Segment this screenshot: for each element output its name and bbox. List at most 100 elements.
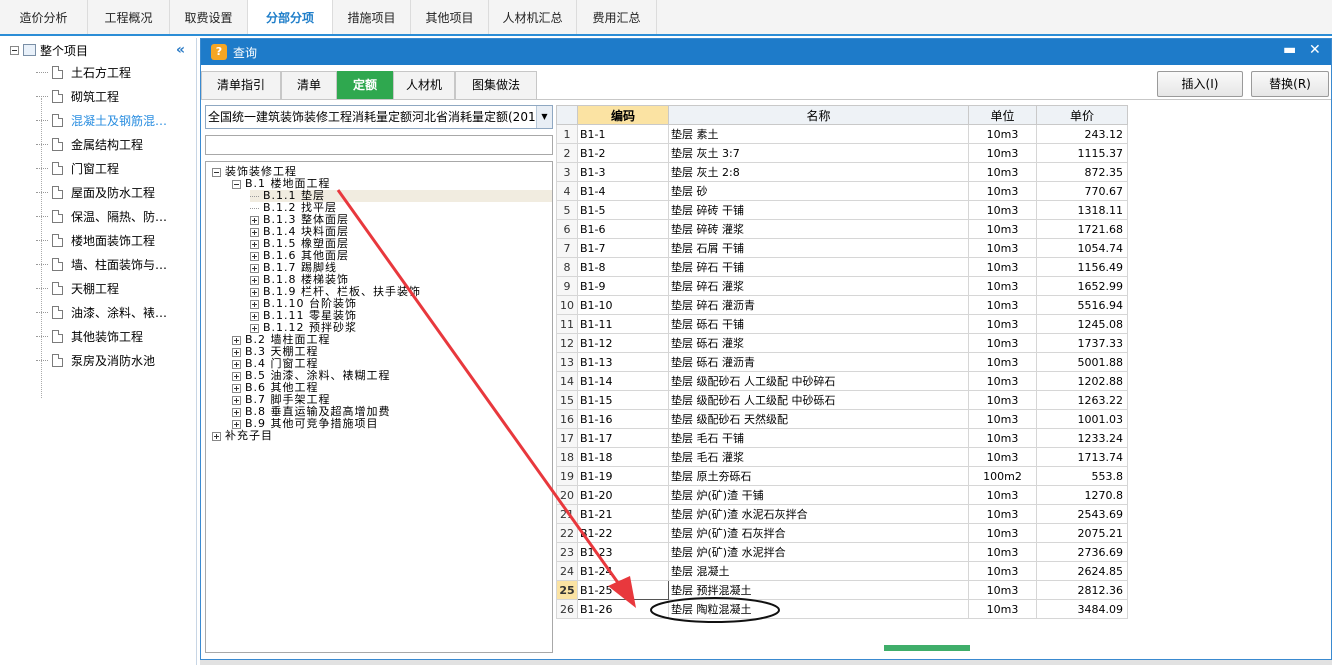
expand-icon[interactable] — [250, 239, 259, 249]
expand-icon[interactable] — [250, 215, 259, 225]
cell-name[interactable]: 垫层 碎石 灌沥青 — [668, 295, 969, 315]
cell-name[interactable]: 垫层 混凝土 — [668, 561, 969, 581]
table-row[interactable]: 21 B1-21 垫层 炉(矿)渣 水泥石灰拌合 10m3 2543.69 — [556, 504, 1128, 524]
cell-name[interactable]: 垫层 炉(矿)渣 水泥石灰拌合 — [668, 504, 969, 524]
cell-price[interactable]: 1156.49 — [1036, 257, 1128, 277]
cell-unit[interactable]: 10m3 — [968, 143, 1037, 163]
cell-unit[interactable]: 10m3 — [968, 162, 1037, 182]
table-row[interactable]: 7 B1-7 垫层 石屑 干铺 10m3 1054.74 — [556, 238, 1128, 258]
cell-unit[interactable]: 10m3 — [968, 485, 1037, 505]
expand-icon[interactable] — [250, 299, 259, 309]
tab-bill[interactable]: 清单 — [281, 71, 337, 99]
cell-name[interactable]: 垫层 碎石 干铺 — [668, 257, 969, 277]
tree-item[interactable]: 保温、隔热、防… — [36, 204, 167, 228]
table-row[interactable]: 23 B1-23 垫层 炉(矿)渣 水泥拌合 10m3 2736.69 — [556, 542, 1128, 562]
cell-name[interactable]: 垫层 级配砂石 人工级配 中砂碎石 — [668, 371, 969, 391]
tab-labor-material[interactable]: 人材机 — [393, 71, 455, 99]
cell-name[interactable]: 垫层 碎石 灌浆 — [668, 276, 969, 296]
cell-price[interactable]: 1721.68 — [1036, 219, 1128, 239]
collapse-icon[interactable] — [212, 167, 221, 177]
cell-unit[interactable]: 10m3 — [968, 295, 1037, 315]
cell-name[interactable]: 垫层 灰土 2:8 — [668, 162, 969, 182]
cell-code[interactable]: B1-10 — [577, 295, 669, 315]
cell-code[interactable]: B1-17 — [577, 428, 669, 448]
tab-quota[interactable]: 定额 — [337, 71, 393, 99]
tab-labor-material-summary[interactable]: 人材机汇总 — [489, 0, 577, 34]
cell-code[interactable]: B1-22 — [577, 523, 669, 543]
table-row[interactable]: 19 B1-19 垫层 原土夯砾石 100m2 553.8 — [556, 466, 1128, 486]
cell-code[interactable]: B1-3 — [577, 162, 669, 182]
tab-atlas-method[interactable]: 图集做法 — [455, 71, 537, 99]
table-row[interactable]: 6 B1-6 垫层 碎砖 灌浆 10m3 1721.68 — [556, 219, 1128, 239]
cell-price[interactable]: 1652.99 — [1036, 276, 1128, 296]
cell-price[interactable]: 553.8 — [1036, 466, 1128, 486]
table-row[interactable]: 11 B1-11 垫层 砾石 干铺 10m3 1245.08 — [556, 314, 1128, 334]
cell-name[interactable]: 垫层 级配砂石 人工级配 中砂砾石 — [668, 390, 969, 410]
cell-name[interactable]: 垫层 砾石 灌沥青 — [668, 352, 969, 372]
cell-price[interactable]: 872.35 — [1036, 162, 1128, 182]
cell-price[interactable]: 770.67 — [1036, 181, 1128, 201]
tree-item[interactable]: 土石方工程 — [36, 60, 131, 84]
table-row[interactable]: 25 B1-25 垫层 预拌混凝土 10m3 2812.36 — [556, 580, 1128, 600]
cell-unit[interactable]: 10m3 — [968, 276, 1037, 296]
cell-code[interactable]: B1-6 — [577, 219, 669, 239]
table-row[interactable]: 14 B1-14 垫层 级配砂石 人工级配 中砂碎石 10m3 1202.88 — [556, 371, 1128, 391]
splitter-handle[interactable] — [884, 645, 970, 651]
chevron-down-icon[interactable]: ▼ — [536, 106, 552, 128]
cell-code[interactable]: B1-8 — [577, 257, 669, 277]
cell-price[interactable]: 2736.69 — [1036, 542, 1128, 562]
table-row[interactable]: 8 B1-8 垫层 碎石 干铺 10m3 1156.49 — [556, 257, 1128, 277]
cell-code[interactable]: B1-21 — [577, 504, 669, 524]
cell-price[interactable]: 1263.22 — [1036, 390, 1128, 410]
table-row[interactable]: 5 B1-5 垫层 碎砖 干铺 10m3 1318.11 — [556, 200, 1128, 220]
cell-code[interactable]: B1-13 — [577, 352, 669, 372]
cell-price[interactable]: 1202.88 — [1036, 371, 1128, 391]
close-icon[interactable]: ✕ — [1309, 42, 1321, 58]
collapse-icon[interactable] — [10, 45, 19, 55]
header-name[interactable]: 名称 — [668, 105, 969, 125]
table-row[interactable]: 24 B1-24 垫层 混凝土 10m3 2624.85 — [556, 561, 1128, 581]
cell-code[interactable]: B1-19 — [577, 466, 669, 486]
table-row[interactable]: 17 B1-17 垫层 毛石 干铺 10m3 1233.24 — [556, 428, 1128, 448]
tree-root[interactable]: 整个项目 — [10, 41, 88, 59]
quota-library-select[interactable]: 全国统一建筑装饰装修工程消耗量定额河北省消耗量定额(2012) ▼ — [205, 105, 553, 129]
table-row[interactable]: 16 B1-16 垫层 级配砂石 天然级配 10m3 1001.03 — [556, 409, 1128, 429]
cell-code[interactable]: B1-18 — [577, 447, 669, 467]
tree-item[interactable]: 屋面及防水工程 — [36, 180, 155, 204]
cell-price[interactable]: 1245.08 — [1036, 314, 1128, 334]
expand-icon[interactable] — [212, 431, 221, 441]
cell-unit[interactable]: 10m3 — [968, 352, 1037, 372]
tab-cost-analysis[interactable]: 造价分析 — [0, 0, 88, 34]
table-row[interactable]: 4 B1-4 垫层 砂 10m3 770.67 — [556, 181, 1128, 201]
tree-node[interactable]: 补充子目 — [212, 430, 273, 442]
cell-code[interactable]: B1-23 — [577, 542, 669, 562]
table-row[interactable]: 9 B1-9 垫层 碎石 灌浆 10m3 1652.99 — [556, 276, 1128, 296]
cell-name[interactable]: 垫层 原土夯砾石 — [668, 466, 969, 486]
replace-button[interactable]: 替换(R) — [1251, 71, 1329, 97]
expand-icon[interactable] — [232, 347, 241, 357]
expand-icon[interactable] — [232, 395, 241, 405]
tab-project-overview[interactable]: 工程概况 — [88, 0, 170, 34]
cell-unit[interactable]: 10m3 — [968, 333, 1037, 353]
tab-other-items[interactable]: 其他项目 — [411, 0, 489, 34]
cell-name[interactable]: 垫层 炉(矿)渣 石灰拌合 — [668, 523, 969, 543]
cell-code[interactable]: B1-2 — [577, 143, 669, 163]
tree-item-selected[interactable]: 混凝土及钢筋混… — [36, 108, 167, 132]
header-price[interactable]: 单价 — [1036, 105, 1128, 125]
cell-price[interactable]: 2624.85 — [1036, 561, 1128, 581]
expand-icon[interactable] — [250, 323, 259, 333]
tab-measures[interactable]: 措施项目 — [333, 0, 411, 34]
bottom-scrollbar[interactable] — [200, 660, 1332, 665]
cell-unit[interactable]: 10m3 — [968, 504, 1037, 524]
expand-icon[interactable] — [232, 359, 241, 369]
table-row[interactable]: 12 B1-12 垫层 砾石 灌浆 10m3 1737.33 — [556, 333, 1128, 353]
search-input[interactable] — [205, 135, 553, 155]
cell-unit[interactable]: 10m3 — [968, 542, 1037, 562]
cell-unit[interactable]: 10m3 — [968, 371, 1037, 391]
cell-code[interactable]: B1-14 — [577, 371, 669, 391]
expand-icon[interactable] — [250, 227, 259, 237]
expand-icon[interactable] — [250, 311, 259, 321]
tree-item[interactable]: 其他装饰工程 — [36, 324, 143, 348]
table-row[interactable]: 1 B1-1 垫层 素土 10m3 243.12 — [556, 124, 1128, 144]
cell-price[interactable]: 3484.09 — [1036, 599, 1128, 619]
